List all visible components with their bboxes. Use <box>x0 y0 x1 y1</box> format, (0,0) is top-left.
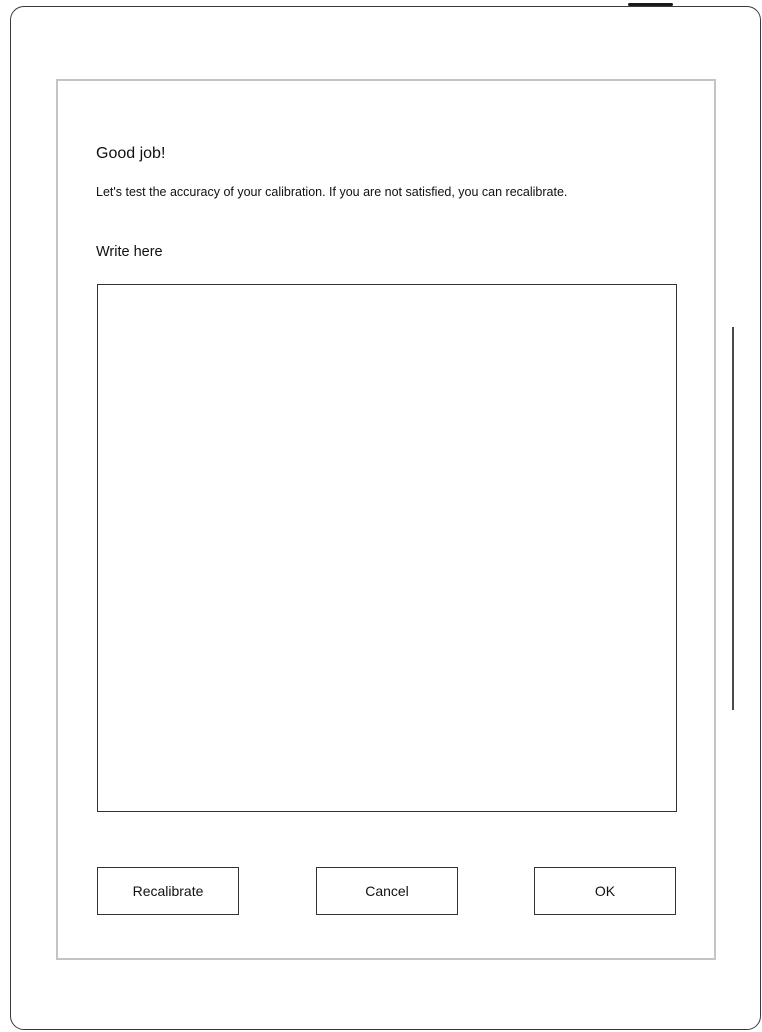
power-button <box>628 3 673 6</box>
dialog-title: Good job! <box>96 145 166 162</box>
calibration-test-dialog: Good job! Let's test the accuracy of you… <box>56 79 716 960</box>
ok-button[interactable]: OK <box>534 867 676 915</box>
dialog-message: Let's test the accuracy of your calibrat… <box>96 185 568 199</box>
side-scrollbar[interactable] <box>732 327 734 710</box>
cancel-button[interactable]: Cancel <box>316 867 458 915</box>
write-here-label: Write here <box>96 244 163 260</box>
handwriting-test-area[interactable] <box>97 284 677 812</box>
recalibrate-button[interactable]: Recalibrate <box>97 867 239 915</box>
